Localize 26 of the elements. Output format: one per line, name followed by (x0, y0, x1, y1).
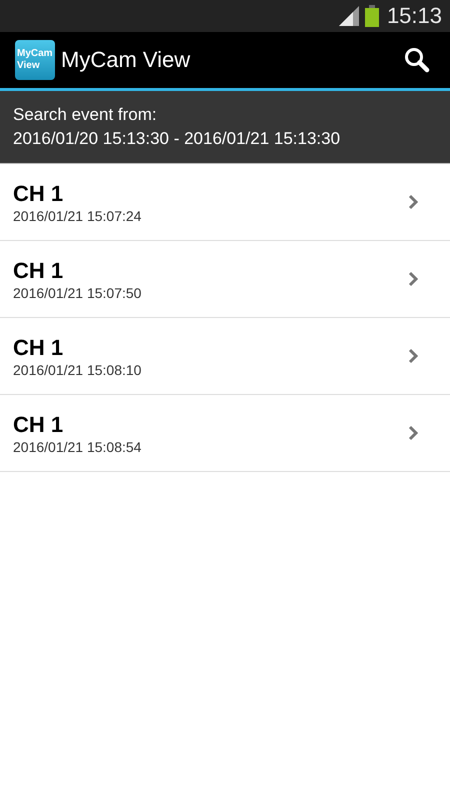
battery-icon (364, 5, 379, 27)
logo-text: MyCam (17, 48, 53, 60)
chevron-icon (408, 271, 418, 287)
search-range: 2016/01/20 15:13:30 - 2016/01/21 15:13:30 (13, 128, 342, 150)
event-row[interactable]: CH 1 2016/01/21 15:07:50 (0, 241, 450, 318)
event-row[interactable]: CH 1 2016/01/21 15:08:54 (0, 395, 450, 472)
signal-icon (338, 6, 361, 26)
event-time: 2016/01/21 15:07:50 (13, 285, 142, 301)
event-time: 2016/01/21 15:08:10 (13, 362, 142, 378)
search-button[interactable] (404, 47, 430, 73)
channel-name: CH 1 (13, 334, 64, 362)
chevron-icon (408, 194, 418, 210)
logo-text: View (17, 60, 40, 72)
chevron-icon (408, 348, 418, 364)
event-row[interactable]: CH 1 2016/01/21 15:07:24 (0, 164, 450, 241)
event-time: 2016/01/21 15:08:54 (13, 439, 142, 455)
event-time: 2016/01/21 15:07:24 (13, 208, 142, 224)
channel-name: CH 1 (13, 180, 64, 208)
search-icon (404, 47, 430, 73)
channel-name: CH 1 (13, 411, 64, 439)
event-row[interactable]: CH 1 2016/01/21 15:08:10 (0, 318, 450, 395)
chevron-icon (408, 425, 418, 441)
search-label: Search event from: (13, 104, 158, 126)
app-title: MyCam View (61, 47, 192, 73)
clock: 15:13 (386, 3, 442, 29)
channel-name: CH 1 (13, 257, 64, 285)
